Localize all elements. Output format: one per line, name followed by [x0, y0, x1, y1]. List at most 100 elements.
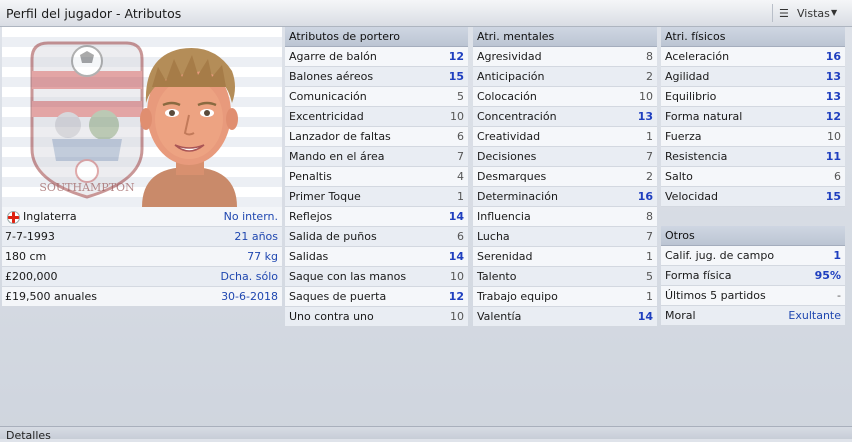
- attribute-label: Uno contra uno: [289, 310, 374, 323]
- attribute-row[interactable]: Excentricidad 10: [285, 107, 468, 127]
- attribute-row[interactable]: Salidas 14: [285, 247, 468, 267]
- bio-label: 7-7-1993: [5, 230, 55, 243]
- attribute-row[interactable]: Mando en el área 7: [285, 147, 468, 167]
- attribute-row[interactable]: Trabajo equipo 1: [473, 287, 657, 307]
- attribute-row[interactable]: Decisiones 7: [473, 147, 657, 167]
- attribute-row[interactable]: Influencia 8: [473, 207, 657, 227]
- attribute-row[interactable]: Agarre de balón 12: [285, 47, 468, 67]
- attribute-row[interactable]: Agilidad 13: [661, 67, 845, 87]
- attribute-row[interactable]: Anticipación 2: [473, 67, 657, 87]
- attribute-row[interactable]: Lucha 7: [473, 227, 657, 247]
- attribute-value: 1: [833, 249, 841, 262]
- attribute-value: 8: [646, 50, 653, 63]
- attribute-label: Penaltis: [289, 170, 332, 183]
- goalkeeper-attributes-table: Atributos de portero Agarre de balón 12 B…: [285, 27, 468, 327]
- attribute-label: Forma natural: [665, 110, 743, 123]
- attribute-value: 12: [448, 290, 464, 303]
- attribute-row[interactable]: Primer Toque 1: [285, 187, 468, 207]
- attribute-row[interactable]: Penaltis 4: [285, 167, 468, 187]
- bio-row-nationality: Inglaterra No intern.: [2, 207, 282, 227]
- views-menu-button[interactable]: ☰ Vistas ▼: [772, 4, 841, 22]
- others-row[interactable]: Últimos 5 partidos -: [661, 286, 845, 306]
- attribute-label: Saques de puerta: [289, 290, 387, 303]
- attribute-label: Colocación: [477, 90, 537, 103]
- attribute-row[interactable]: Valentía 14: [473, 307, 657, 327]
- bio-row-birthdate: 7-7-1993 21 años: [2, 227, 282, 247]
- attribute-value: 14: [448, 250, 464, 263]
- attribute-value: 10: [639, 90, 653, 103]
- attribute-label: Resistencia: [665, 150, 728, 163]
- attribute-row[interactable]: Reflejos 14: [285, 207, 468, 227]
- attribute-row[interactable]: Desmarques 2: [473, 167, 657, 187]
- attribute-label: Talento: [477, 270, 517, 283]
- others-row[interactable]: Calif. jug. de campo 1: [661, 246, 845, 266]
- attribute-row[interactable]: Talento 5: [473, 267, 657, 287]
- badge-text: SOUTHAMPTON: [39, 181, 135, 194]
- attribute-row[interactable]: Uno contra uno 10: [285, 307, 468, 327]
- attribute-value: 14: [637, 310, 653, 323]
- attribute-row[interactable]: Resistencia 11: [661, 147, 845, 167]
- attribute-row[interactable]: Colocación 10: [473, 87, 657, 107]
- attribute-row[interactable]: Velocidad 15: [661, 187, 845, 207]
- attribute-label: Decisiones: [477, 150, 537, 163]
- bio-value: 77 kg: [247, 250, 278, 263]
- attribute-row[interactable]: Fuerza 10: [661, 127, 845, 147]
- attribute-label: Anticipación: [477, 70, 545, 83]
- attribute-value: 13: [825, 90, 841, 103]
- attribute-label: Lucha: [477, 230, 510, 243]
- attribute-row[interactable]: Salto 6: [661, 167, 845, 187]
- attribute-value: 6: [457, 130, 464, 143]
- attribute-label: Primer Toque: [289, 190, 361, 203]
- attribute-label: Aceleración: [665, 50, 730, 63]
- attribute-label: Agilidad: [665, 70, 710, 83]
- attribute-row[interactable]: Comunicación 5: [285, 87, 468, 107]
- chevron-down-icon: ▼: [831, 8, 838, 17]
- attribute-value: 1: [646, 250, 653, 263]
- attribute-row[interactable]: Determinación 16: [473, 187, 657, 207]
- attribute-row[interactable]: Aceleración 16: [661, 47, 845, 67]
- bio-row-value-foot: £200,000 Dcha. sólo: [2, 267, 282, 287]
- list-icon: ☰: [779, 7, 789, 20]
- attribute-label: Salto: [665, 170, 693, 183]
- attribute-label: Salidas: [289, 250, 329, 263]
- attribute-row[interactable]: Creatividad 1: [473, 127, 657, 147]
- attribute-value: 10: [450, 270, 464, 283]
- attribute-value: 12: [825, 110, 841, 123]
- attribute-label: Mando en el área: [289, 150, 385, 163]
- attribute-label: Últimos 5 partidos: [665, 289, 766, 302]
- attribute-label: Concentración: [477, 110, 557, 123]
- attribute-label: Agarre de balón: [289, 50, 377, 63]
- attribute-row[interactable]: Salida de puños 6: [285, 227, 468, 247]
- others-header: Otros: [661, 226, 845, 246]
- details-panel-header[interactable]: Detalles: [0, 426, 852, 442]
- attribute-value: 13: [637, 110, 653, 123]
- attribute-value: 15: [825, 190, 841, 203]
- others-row[interactable]: Forma física 95%: [661, 266, 845, 286]
- attribute-value: 10: [450, 110, 464, 123]
- attribute-row[interactable]: Forma natural 12: [661, 107, 845, 127]
- others-row[interactable]: Moral Exultante: [661, 306, 845, 326]
- attribute-row[interactable]: Agresividad 8: [473, 47, 657, 67]
- attribute-label: Lanzador de faltas: [289, 130, 391, 143]
- attribute-row[interactable]: Concentración 13: [473, 107, 657, 127]
- attribute-row[interactable]: Balones aéreos 15: [285, 67, 468, 87]
- attribute-label: Calif. jug. de campo: [665, 249, 775, 262]
- attribute-row[interactable]: Saque con las manos 10: [285, 267, 468, 287]
- bio-value[interactable]: No intern.: [224, 210, 278, 223]
- attribute-row[interactable]: Saques de puerta 12: [285, 287, 468, 307]
- attribute-label: Moral: [665, 309, 696, 322]
- attribute-value: 1: [646, 290, 653, 303]
- attribute-row[interactable]: Serenidad 1: [473, 247, 657, 267]
- bio-value: 30-6-2018: [221, 290, 278, 303]
- attribute-label: Forma física: [665, 269, 732, 282]
- attribute-row[interactable]: Equilibrio 13: [661, 87, 845, 107]
- attribute-label: Reflejos: [289, 210, 333, 223]
- views-label: Vistas: [797, 7, 830, 20]
- attribute-label: Comunicación: [289, 90, 367, 103]
- attribute-label: Equilibrio: [665, 90, 717, 103]
- bio-label: £19,500 anuales: [5, 290, 97, 303]
- attribute-value: 10: [827, 130, 841, 143]
- attribute-value: 7: [646, 150, 653, 163]
- attribute-row[interactable]: Lanzador de faltas 6: [285, 127, 468, 147]
